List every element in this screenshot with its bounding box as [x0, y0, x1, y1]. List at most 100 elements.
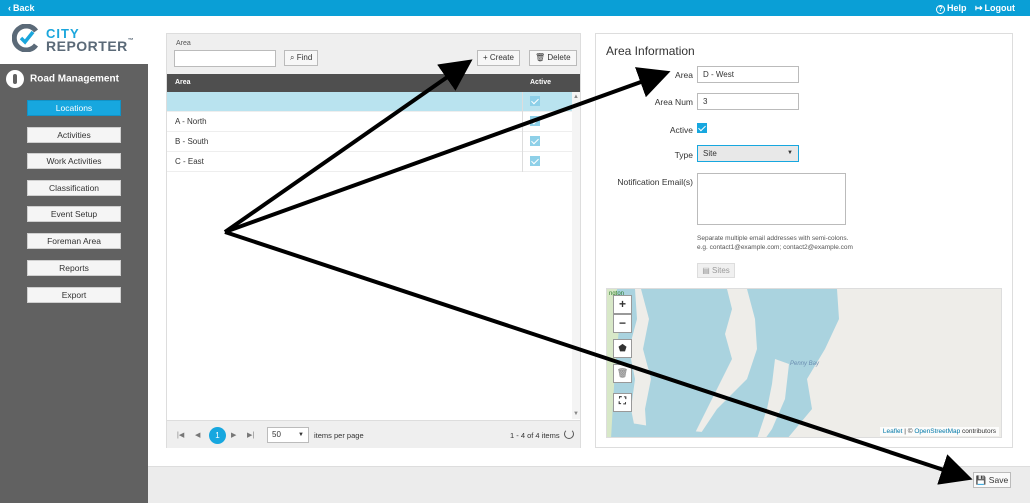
page-size-select[interactable]: 50 ▼: [267, 427, 309, 443]
help-link[interactable]: ? Help: [936, 3, 967, 14]
delete-layer-icon[interactable]: 🗑: [613, 364, 632, 383]
map-view[interactable]: ngton Penny Bay + − ⬟ 🗑 ⛶ Leaflet | © Op…: [606, 288, 1002, 438]
notification-email-field[interactable]: [697, 173, 846, 225]
help-icon: ?: [936, 5, 945, 14]
chevron-left-icon: ‹: [8, 3, 11, 13]
draw-polygon-icon[interactable]: ⬟: [613, 339, 632, 358]
active-label: Active: [669, 125, 693, 135]
module-title: Road Management: [6, 70, 119, 88]
column-header-area[interactable]: Area: [175, 79, 191, 86]
find-button[interactable]: ⌕ Find: [284, 50, 319, 66]
column-header-active[interactable]: Active: [530, 79, 551, 86]
area-num-field[interactable]: 3: [697, 93, 799, 110]
panel-title: Area Information: [606, 44, 695, 58]
delete-label: Delete: [547, 53, 571, 62]
table-row[interactable]: A - North: [167, 112, 572, 132]
osm-link[interactable]: OpenStreetMap: [914, 428, 960, 435]
type-label: Type: [674, 150, 693, 160]
footer-bar: [148, 466, 1030, 503]
sidebar-item-foreman-area[interactable]: Foreman Area: [27, 233, 121, 249]
traffic-light-icon: [6, 70, 24, 88]
logo-area: CITY REPORTER™: [0, 16, 148, 64]
area-list-panel: Area ⌕ Find + Create 🗑 Delete Area Activ…: [166, 33, 581, 448]
logout-link[interactable]: ↦ Logout: [975, 3, 1015, 14]
map-water-label: Penny Bay: [790, 361, 820, 367]
create-button[interactable]: + Create: [477, 50, 520, 66]
map-attribution: Leaflet | © OpenStreetMap contributors: [879, 427, 999, 436]
area-search-input[interactable]: [174, 50, 276, 67]
zoom-in-button[interactable]: +: [613, 295, 632, 314]
table-row[interactable]: [167, 92, 572, 112]
active-checkbox[interactable]: [697, 123, 707, 133]
table-row[interactable]: C - East: [167, 152, 572, 172]
search-icon: ⌕: [290, 53, 295, 62]
grid-scrollbar[interactable]: ▲ ▼: [572, 92, 580, 419]
email-hint-line1: Separate multiple email addresses with s…: [697, 235, 849, 242]
logo-tm: ™: [127, 38, 135, 44]
type-value: Site: [703, 149, 717, 158]
attribution-suffix: contributors: [960, 428, 996, 435]
logo-reporter-word: REPORTER: [46, 38, 128, 54]
save-label: Save: [988, 475, 1009, 485]
row-active-checkbox: [530, 156, 540, 166]
city-reporter-logo-icon: [12, 24, 39, 52]
create-label: Create: [489, 53, 514, 62]
sites-label: Sites: [712, 266, 730, 275]
prev-page-icon[interactable]: ◀: [195, 431, 200, 439]
row-area-name: C - East: [175, 157, 204, 166]
save-button[interactable]: 💾 Save: [973, 472, 1011, 488]
refresh-icon[interactable]: [564, 429, 574, 439]
email-hint-line2: e.g. contact1@example.com; contact2@exam…: [697, 244, 853, 251]
notification-email-label: Notification Email(s): [617, 177, 693, 187]
logo-text-reporter: REPORTER™: [46, 38, 134, 54]
next-page-icon[interactable]: ▶: [231, 431, 236, 439]
column-divider: [522, 92, 523, 172]
sidebar-item-activities[interactable]: Activities: [27, 127, 121, 143]
trash-icon: 🗑: [535, 53, 546, 62]
top-bar: ‹ Back ? Help ↦ Logout: [0, 0, 1030, 16]
items-per-page-label: items per page: [314, 431, 364, 440]
attribution-sep: | ©: [902, 428, 915, 435]
first-page-icon[interactable]: |◀: [177, 431, 184, 439]
pager-info: 1 - 4 of 4 items: [510, 431, 560, 440]
back-label: Back: [13, 3, 35, 13]
row-active-checkbox: [530, 116, 540, 126]
sidebar-item-work-activities[interactable]: Work Activities: [27, 153, 121, 169]
sidebar-item-classification[interactable]: Classification: [27, 180, 121, 196]
fullscreen-icon[interactable]: ⛶: [613, 393, 632, 412]
grid-header: Area Active: [167, 74, 580, 92]
row-area-name: B - South: [175, 137, 209, 146]
pager: |◀ ◀ 1 ▶ ▶| 50 ▼ items per page 1 - 4 of …: [167, 420, 580, 448]
sites-button[interactable]: ▤ Sites: [697, 263, 735, 278]
type-select[interactable]: Site ▼: [697, 145, 799, 162]
table-row[interactable]: B - South: [167, 132, 572, 152]
chevron-down-icon: ▼: [298, 432, 304, 438]
back-link[interactable]: ‹ Back: [8, 3, 35, 13]
area-field[interactable]: D - West: [697, 66, 799, 83]
page-size-value: 50: [272, 430, 281, 439]
plus-icon: +: [483, 53, 488, 62]
logout-label: Logout: [984, 3, 1016, 13]
scroll-down-icon[interactable]: ▼: [573, 411, 579, 417]
row-active-checkbox: [530, 96, 540, 106]
delete-button[interactable]: 🗑 Delete: [529, 50, 577, 66]
module-title-label: Road Management: [30, 73, 119, 85]
leaflet-link[interactable]: Leaflet: [883, 428, 903, 435]
zoom-out-button[interactable]: −: [613, 314, 632, 333]
sidebar-item-locations[interactable]: Locations: [27, 100, 121, 116]
help-label: Help: [947, 3, 967, 13]
row-area-name: A - North: [175, 117, 207, 126]
row-active-checkbox: [530, 136, 540, 146]
list-toolbar: Area ⌕ Find + Create 🗑 Delete: [167, 34, 580, 74]
sidebar-item-event-setup[interactable]: Event Setup: [27, 206, 121, 222]
search-label: Area: [176, 40, 191, 47]
area-label: Area: [675, 70, 693, 80]
sites-icon: ▤: [702, 266, 710, 275]
sidebar-item-export[interactable]: Export: [27, 287, 121, 303]
floppy-icon: 💾: [975, 475, 987, 485]
area-information-panel: Area Information Area D - West Area Num …: [595, 33, 1013, 448]
current-page-button[interactable]: 1: [209, 427, 226, 444]
last-page-icon[interactable]: ▶|: [247, 431, 254, 439]
area-num-label: Area Num: [654, 97, 693, 107]
sidebar-item-reports[interactable]: Reports: [27, 260, 121, 276]
